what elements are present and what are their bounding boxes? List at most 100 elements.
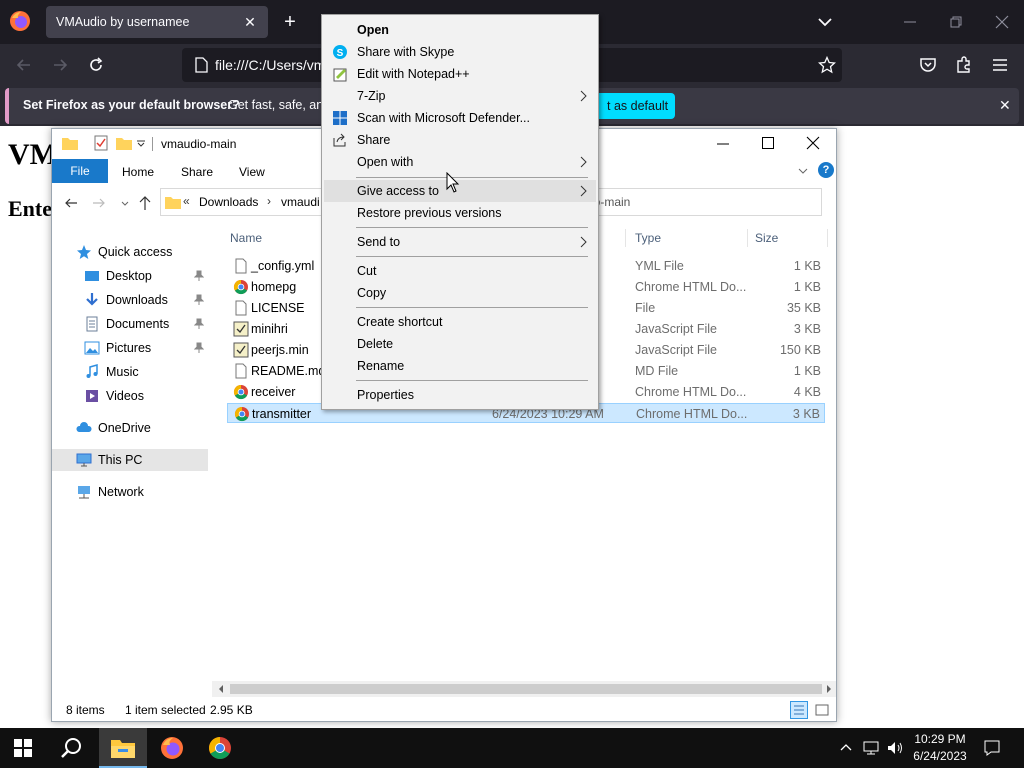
breadcrumb-overflow[interactable]: « <box>183 194 190 208</box>
nav-item-network[interactable]: Network <box>52 481 208 503</box>
firefox-icon[interactable] <box>160 736 184 760</box>
notification-center-icon[interactable] <box>983 739 1001 757</box>
browser-tab-active[interactable]: VMAudio by usernamee ✕ <box>46 6 268 38</box>
back-icon[interactable] <box>64 196 78 210</box>
scroll-left-arrow-icon[interactable] <box>216 684 226 694</box>
up-arrow-icon[interactable] <box>138 195 152 211</box>
pocket-icon[interactable] <box>918 55 938 75</box>
nav-item-quick-access[interactable]: Quick access <box>52 241 208 263</box>
column-divider[interactable] <box>747 229 748 247</box>
nav-label: Desktop <box>106 269 152 283</box>
properties-icon[interactable] <box>94 135 108 151</box>
firefox-logo-icon[interactable] <box>9 10 31 32</box>
menu-item-send-to[interactable]: Send to <box>324 231 596 253</box>
menu-item-rename[interactable]: Rename <box>324 355 596 377</box>
clock-time[interactable]: 10:29 PM <box>912 732 968 746</box>
menu-item-delete[interactable]: Delete <box>324 333 596 355</box>
search-icon[interactable] <box>60 737 82 759</box>
extensions-icon[interactable] <box>954 55 974 75</box>
new-folder-icon[interactable] <box>116 136 132 150</box>
new-tab-button[interactable]: + <box>280 12 300 32</box>
details-view-icon[interactable] <box>790 701 808 719</box>
nav-item-onedrive[interactable]: OneDrive <box>52 417 208 439</box>
menu-item-scan-with-defender[interactable]: Scan with Microsoft Defender... <box>324 107 596 129</box>
forward-arrow-icon[interactable] <box>50 55 70 75</box>
window-close-icon[interactable] <box>992 12 1012 32</box>
menu-item-open-with[interactable]: Open with <box>324 151 596 173</box>
breadcrumb-vmaudio[interactable]: vmaudi <box>281 195 320 209</box>
bookmark-star-icon[interactable] <box>818 56 836 74</box>
menu-item-restore-previous-versions[interactable]: Restore previous versions <box>324 202 596 224</box>
menu-label: Scan with Microsoft Defender... <box>357 111 530 125</box>
file-type: File <box>635 301 656 315</box>
menu-label: Send to <box>357 235 401 249</box>
nav-item-documents[interactable]: Documents <box>52 313 208 335</box>
menu-item-create-shortcut[interactable]: Create shortcut <box>324 311 596 333</box>
nav-item-desktop[interactable]: Desktop <box>52 265 208 287</box>
star-icon <box>76 244 92 260</box>
tab-file[interactable]: File <box>52 159 108 183</box>
window-restore-icon[interactable] <box>946 12 966 32</box>
menu-item-cut[interactable]: Cut <box>324 260 596 282</box>
breadcrumb-separator[interactable]: › <box>267 194 271 208</box>
nav-item-this-pc[interactable]: This PC <box>52 449 208 471</box>
reload-icon[interactable] <box>86 55 106 75</box>
expand-ribbon-chevron-icon[interactable] <box>797 165 809 177</box>
recent-locations-chevron-icon[interactable] <box>120 197 130 209</box>
explorer-maximize-icon[interactable] <box>761 136 775 150</box>
explorer-minimize-icon[interactable] <box>716 137 730 151</box>
column-header-name[interactable]: Name <box>230 231 262 245</box>
large-icons-view-icon[interactable] <box>814 702 830 718</box>
nav-item-videos[interactable]: Videos <box>52 385 208 407</box>
pin-icon <box>194 342 204 354</box>
title-separator <box>152 137 153 151</box>
chrome-icon[interactable] <box>208 736 232 760</box>
clock-date[interactable]: 6/24/2023 <box>912 749 968 763</box>
nav-item-pictures[interactable]: Pictures <box>52 337 208 359</box>
network-status-icon[interactable] <box>862 739 880 757</box>
column-divider[interactable] <box>827 229 828 247</box>
nav-item-music[interactable]: Music <box>52 361 208 383</box>
tab-view[interactable]: View <box>239 165 265 179</box>
url-text[interactable]: file:///C:/Users/vm <box>215 57 325 73</box>
menu-item-properties[interactable]: Properties <box>324 384 596 406</box>
menu-item-share-with-skype[interactable]: S Share with Skype <box>324 41 596 63</box>
tab-home[interactable]: Home <box>122 165 154 179</box>
set-as-default-button[interactable]: t as default <box>595 93 675 119</box>
notification-close-icon[interactable]: ✕ <box>999 98 1013 112</box>
menu-item-open[interactable]: Open <box>324 19 596 41</box>
horizontal-scrollbar[interactable] <box>212 681 836 697</box>
menu-item-share[interactable]: Share <box>324 129 596 151</box>
menu-item-copy[interactable]: Copy <box>324 282 596 304</box>
scroll-right-arrow-icon[interactable] <box>824 684 834 694</box>
scrollbar-thumb[interactable] <box>230 684 822 694</box>
volume-icon[interactable] <box>886 739 904 757</box>
menu-label: Delete <box>357 337 394 351</box>
documents-icon <box>84 316 100 332</box>
tab-close-icon[interactable]: ✕ <box>242 14 258 30</box>
windows-start-icon[interactable] <box>14 739 32 757</box>
back-arrow-icon[interactable] <box>14 55 34 75</box>
menu-label: Open with <box>357 155 414 169</box>
nav-item-downloads[interactable]: Downloads <box>52 289 208 311</box>
column-header-size[interactable]: Size <box>755 231 778 245</box>
menu-item-7zip[interactable]: 7-Zip <box>324 85 596 107</box>
menu-item-edit-with-notepadpp[interactable]: Edit with Notepad++ <box>324 63 596 85</box>
explorer-close-icon[interactable] <box>806 136 820 150</box>
menu-label: Share <box>357 133 391 147</box>
show-hidden-icons-chevron-icon[interactable] <box>840 742 852 752</box>
column-divider[interactable] <box>625 229 626 247</box>
breadcrumb-downloads[interactable]: Downloads <box>199 195 258 209</box>
menu-item-give-access-to[interactable]: Give access to <box>324 180 596 202</box>
tab-share[interactable]: Share <box>181 165 213 179</box>
column-header-type[interactable]: Type <box>635 231 661 245</box>
list-all-tabs-icon[interactable] <box>816 14 834 30</box>
window-minimize-icon[interactable] <box>900 12 920 32</box>
help-icon[interactable]: ? <box>818 162 834 178</box>
file-size: 150 KB <box>779 343 821 357</box>
file-name: README.md <box>251 364 326 378</box>
taskbar-file-explorer[interactable] <box>99 728 147 768</box>
hamburger-menu-icon[interactable] <box>990 55 1010 75</box>
customize-toolbar-dropdown-icon[interactable] <box>136 137 146 149</box>
forward-icon[interactable] <box>92 196 106 210</box>
